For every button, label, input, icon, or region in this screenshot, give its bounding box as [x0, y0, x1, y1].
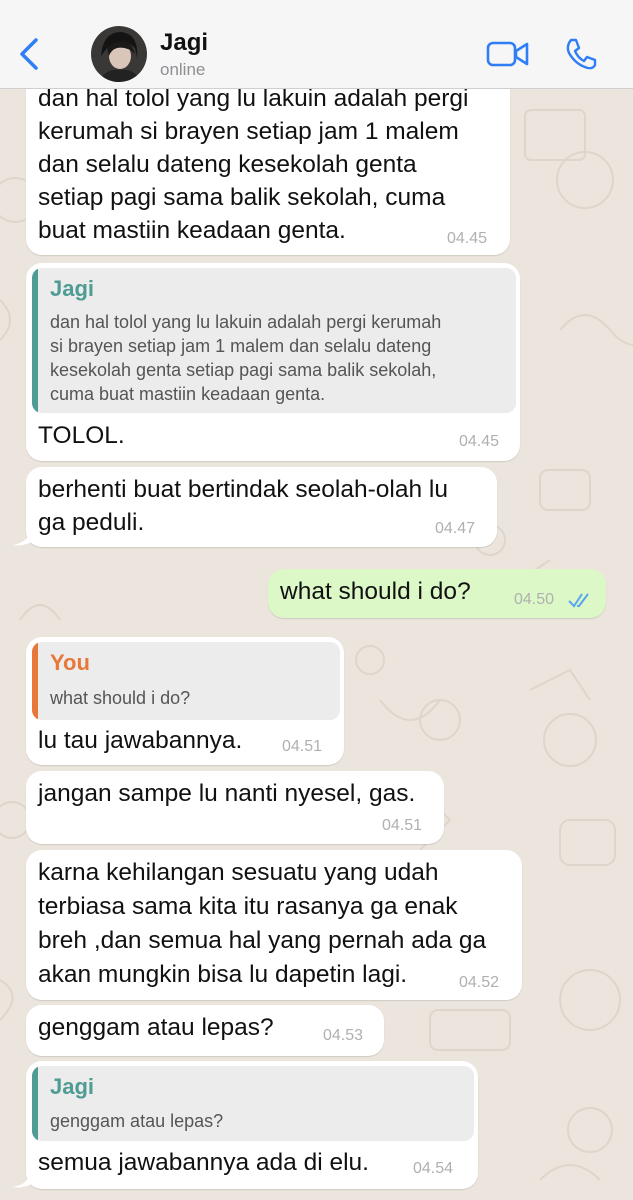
message-bubble[interactable]: You what should i do? lu tau jawabannya.…: [26, 637, 344, 765]
message-bubble[interactable]: jangan sampe lu nanti nyesel, gas. 04.51: [26, 771, 444, 844]
quoted-message[interactable]: You what should i do?: [32, 642, 340, 720]
message-text: genggam atau lepas?: [38, 1014, 274, 1041]
quote-text-line: genggam atau lepas?: [50, 1111, 224, 1131]
message-time: 04.54: [413, 1160, 454, 1177]
quote-author: You: [50, 650, 90, 675]
message-bubble[interactable]: genggam atau lepas? 04.53: [26, 1005, 384, 1056]
message-text: TOLOL.: [38, 422, 125, 449]
quote-text-line: what should i do?: [50, 688, 191, 708]
quote-bar: [32, 268, 38, 413]
message-list: dan hal tolol yang lu lakuin adalah perg…: [0, 0, 633, 1200]
contact-name[interactable]: Jagi: [160, 29, 208, 57]
message-bubble[interactable]: dan hal tolol yang lu lakuin adalah perg…: [26, 70, 510, 255]
message-text-line: setiap pagi sama balik sekolah, cuma: [38, 184, 446, 211]
quote-bar: [32, 1066, 38, 1141]
message-text-line: akan mungkin bisa lu dapetin lagi.: [38, 961, 408, 988]
message-text-line: terbiasa sama kita itu rasanya ga enak: [38, 893, 458, 920]
quote-text-line: kesekolah genta setiap pagi sama balik s…: [50, 360, 437, 380]
chat-header: Jagi online: [0, 0, 633, 89]
phone-call-icon[interactable]: [563, 36, 599, 72]
double-check-icon: [568, 593, 589, 608]
quote-text-line: cuma buat mastiin keadaan genta.: [50, 384, 326, 404]
quote-text-line: si brayen setiap jam 1 malem dan selalu …: [50, 336, 432, 356]
message-text-line: kerumah si brayen setiap jam 1 malem: [38, 118, 459, 145]
message-text-line: breh ,dan semua hal yang pernah ada ga: [38, 927, 487, 954]
back-chevron-icon[interactable]: [14, 36, 46, 72]
quote-bar: [32, 642, 38, 720]
message-text: lu tau jawabannya.: [38, 727, 243, 754]
message-time: 04.45: [459, 433, 500, 450]
message-time: 04.47: [435, 520, 476, 537]
message-time: 04.53: [323, 1027, 364, 1044]
message-time: 04.52: [459, 974, 500, 991]
message-bubble[interactable]: Jagi genggam atau lepas? semua jawabanny…: [26, 1061, 478, 1189]
message-text: semua jawabannya ada di elu.: [38, 1149, 369, 1176]
message-text: jangan sampe lu nanti nyesel, gas.: [38, 780, 416, 807]
message-text: what should i do?: [280, 578, 471, 605]
message-bubble-outgoing[interactable]: what should i do? 04.50: [268, 569, 606, 618]
video-call-icon[interactable]: [485, 38, 531, 70]
message-text-line: berhenti buat bertindak seolah-olah lu: [38, 476, 448, 503]
message-text-line: ga peduli.: [38, 509, 145, 536]
quote-author: Jagi: [50, 276, 95, 301]
message-bubble[interactable]: Jagi dan hal tolol yang lu lakuin adalah…: [26, 263, 520, 461]
message-text-line: karna kehilangan sesuatu yang udah: [38, 859, 439, 886]
message-time: 04.51: [282, 738, 323, 755]
message-time: 04.51: [382, 817, 423, 834]
quoted-message[interactable]: Jagi dan hal tolol yang lu lakuin adalah…: [32, 268, 516, 413]
quote-author: Jagi: [50, 1074, 95, 1099]
contact-status: online: [160, 60, 206, 79]
message-text-line: dan selalu dateng kesekolah genta: [38, 151, 417, 178]
message-time: 04.45: [447, 230, 488, 247]
contact-avatar[interactable]: [91, 26, 147, 82]
message-bubble[interactable]: karna kehilangan sesuatu yang udah terbi…: [26, 850, 522, 1000]
message-bubble[interactable]: berhenti buat bertindak seolah-olah lu g…: [26, 467, 497, 547]
quoted-message[interactable]: Jagi genggam atau lepas?: [32, 1066, 474, 1141]
quote-text-line: dan hal tolol yang lu lakuin adalah perg…: [50, 312, 442, 332]
message-text-line: buat mastiin keadaan genta.: [38, 217, 346, 244]
message-time: 04.50: [514, 591, 555, 608]
bubble-tail: [12, 1167, 34, 1188]
bubble-tail: [12, 525, 34, 546]
